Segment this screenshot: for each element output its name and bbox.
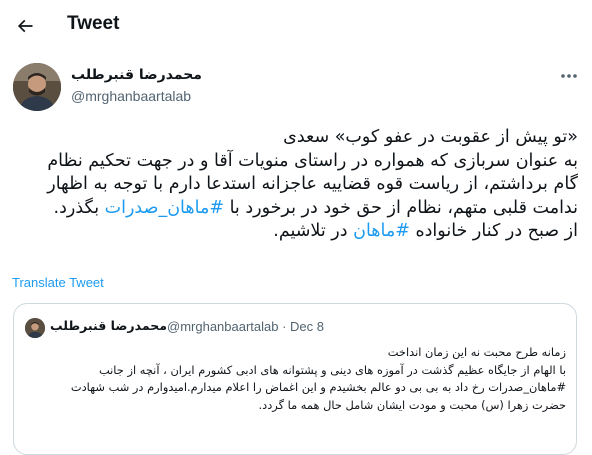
tweet-line: از صبح در کنار خانواده #ماهان در تلاشیم. [14,220,578,244]
author-handle[interactable]: @mrghanbaartalab [71,88,191,104]
quoted-tweet-text: زمانه طرح محبت نه این زمان انداخت با اله… [26,344,566,414]
quoted-author-handle-date: @mrghanbaartalab · Dec 8 [167,319,324,334]
arrow-left-icon [17,19,33,33]
profile-photo [25,318,45,338]
tweet-text: «تو پیش از عقوبت در عفو کوب» سعدی به عنو… [14,126,578,244]
back-button[interactable] [8,9,42,43]
hashtag-link[interactable]: #ماهان_صدرات [105,198,224,218]
page-title: Tweet [67,13,120,34]
tweet-line: «تو پیش از عقوبت در عفو کوب» سعدی [283,127,578,147]
avatar[interactable] [13,63,61,111]
profile-photo [13,63,61,111]
tweet-text-segment: بگذرد. [53,197,105,218]
quoted-line: زمانه طرح محبت نه این زمان انداخت [387,345,566,359]
tweet-line: به عنوان سربازی که همواره در راستای منوی… [47,150,578,171]
tweet-text-segment: ندامت قلبی متهم، نظام از حق خود در برخور… [224,197,578,218]
avatar [25,318,45,338]
quoted-line: با الهام از جایگاه عظیم گذشت در آموزه ها… [98,362,566,377]
tweet-text-segment: در تلاشیم. [273,221,354,242]
author-name[interactable]: محمدرضا قنبرطلب [71,67,202,83]
quoted-line: حضرت زهرا (س) محبت و مودت ایشان شامل حال… [258,397,566,412]
hashtag-link[interactable]: #ماهان [353,221,410,241]
more-horizontal-icon [561,74,577,78]
tweet-text-segment: از صبح در کنار خانواده [409,221,578,242]
tweet-line: گام برداشتم، از ریاست قوه قضاییه عاجزانه… [47,174,578,195]
translate-tweet-link[interactable]: Translate Tweet [12,275,104,290]
quoted-tweet[interactable]: محمدرضا قنبرطلب @mrghanbaartalab · Dec 8… [13,303,577,455]
top-bar: Tweet [0,0,592,53]
quoted-line: #ماهان_صدرات رخ داد به بی بی دو عالم بخش… [70,380,566,395]
more-button[interactable] [556,66,582,86]
quoted-author-name: محمدرضا قنبرطلب [50,318,167,333]
tweet-line: ندامت قلبی متهم، نظام از حق خود در برخور… [14,197,578,221]
